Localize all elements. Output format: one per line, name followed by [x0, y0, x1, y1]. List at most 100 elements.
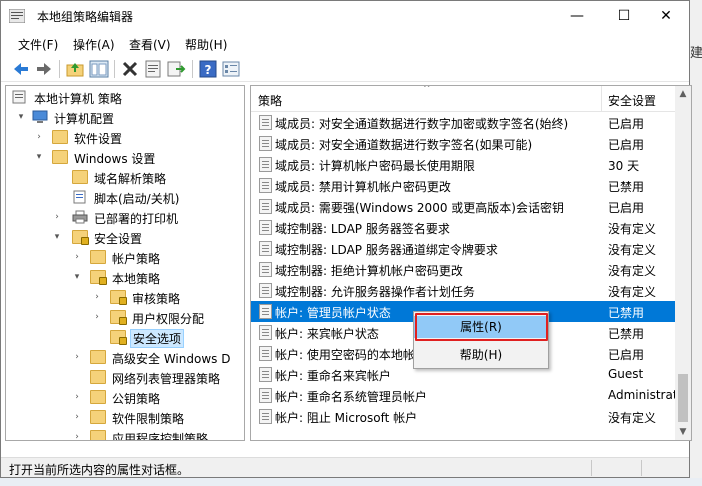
menu-action[interactable]: 操作(A) [73, 36, 115, 53]
column-divider[interactable] [601, 86, 602, 112]
chevron-right-icon[interactable]: › [92, 312, 102, 322]
policy-value: 已禁用 [608, 306, 645, 320]
table-row[interactable]: 帐户: 阻止 Microsoft 帐户 没有定义 [251, 406, 676, 427]
chevron-down-icon[interactable]: ▾ [16, 112, 26, 122]
chevron-right-icon[interactable]: › [72, 252, 82, 262]
table-row[interactable]: 域成员: 对安全通道数据进行数字加密或数字签名(始终) 已启用 [251, 112, 676, 133]
close-button[interactable]: ✕ [643, 1, 689, 31]
policy-name: 域成员: 对安全通道数据进行数字加密或数字签名(始终) [275, 117, 569, 131]
tree-item-label: 用户权限分配 [132, 312, 205, 326]
up-folder-icon[interactable] [65, 59, 85, 79]
tree-item-label: 域名解析策略 [94, 172, 167, 186]
folder-icon [90, 350, 106, 364]
policy-icon [259, 199, 272, 214]
policy-icon [259, 241, 272, 256]
view-icon[interactable] [221, 59, 241, 79]
table-row[interactable]: 域控制器: 拒绝计算机帐户密码更改 没有定义 [251, 259, 676, 280]
properties-icon[interactable] [143, 59, 163, 79]
policy-icon [259, 136, 272, 151]
toolbar-separator [192, 60, 193, 78]
tree-item-label: 已部署的打印机 [94, 212, 179, 226]
menu-view[interactable]: 查看(V) [129, 36, 171, 53]
folder-icon [90, 250, 106, 264]
scroll-thumb[interactable] [678, 374, 688, 422]
policy-value: 30 天 [608, 159, 640, 173]
tree-item-label: 审核策略 [132, 292, 181, 306]
export-icon[interactable] [166, 59, 186, 79]
policy-name: 帐户: 来宾帐户状态 [275, 327, 379, 341]
chevron-right-icon[interactable]: › [34, 132, 44, 142]
chevron-down-icon[interactable]: ▾ [72, 272, 82, 282]
chevron-right-icon[interactable]: › [92, 292, 102, 302]
status-bar: 打开当前所选内容的属性对话框。 [1, 457, 689, 477]
tree-pane[interactable]: 本地计算机 策略 ▾ 计算机配置 › 软件设置 ▾ Windows 设置 域名解… [5, 85, 245, 441]
minimize-button[interactable]: — [554, 1, 600, 31]
policy-icon [259, 367, 272, 382]
policy-value: 已启用 [608, 348, 645, 362]
policy-name: 帐户: 管理员帐户状态 [275, 306, 391, 320]
show-hide-tree-icon[interactable] [89, 59, 109, 79]
policy-icon [259, 346, 272, 361]
policy-name: 域成员: 计算机帐户密码最长使用期限 [275, 159, 475, 173]
tree-item-label: Windows 设置 [74, 152, 156, 166]
scroll-up-icon[interactable]: ▲ [675, 86, 691, 102]
column-header-policy[interactable]: 策略 [258, 92, 282, 109]
policy-value: 已启用 [608, 117, 645, 131]
back-arrow-icon[interactable] [11, 59, 31, 79]
chevron-down-icon[interactable]: ▾ [52, 232, 62, 242]
background-text: 建 [690, 46, 702, 61]
table-row[interactable]: 域控制器: LDAP 服务器签名要求 没有定义 [251, 217, 676, 238]
policy-name: 帐户: 重命名系统管理员帐户 [275, 390, 427, 404]
policy-name: 域成员: 禁用计算机帐户密码更改 [275, 180, 451, 194]
table-row[interactable]: 域成员: 禁用计算机帐户密码更改 已禁用 [251, 175, 676, 196]
forward-arrow-icon[interactable] [34, 59, 54, 79]
tree-item-label: 帐户策略 [112, 252, 161, 266]
policy-icon [259, 262, 272, 277]
tree-item-label: 公钥策略 [112, 392, 161, 406]
tree-item-label: 网络列表管理器策略 [112, 372, 221, 386]
table-row[interactable]: 域成员: 计算机帐户密码最长使用期限 30 天 [251, 154, 676, 175]
tree-item-label: 软件限制策略 [112, 412, 185, 426]
chevron-right-icon[interactable]: › [72, 352, 82, 362]
folder-icon [90, 410, 106, 424]
policy-value: Guest [608, 367, 644, 381]
column-header-setting[interactable]: 安全设置 [608, 92, 656, 109]
table-row[interactable]: 域控制器: LDAP 服务器通道绑定令牌要求 没有定义 [251, 238, 676, 259]
menu-file[interactable]: 文件(F) [18, 36, 58, 53]
policy-icon [259, 325, 272, 340]
gpedit-window: 本地组策略编辑器 — ☐ ✕ 文件(F) 操作(A) 查看(V) 帮助(H) ?… [0, 0, 692, 478]
policy-list-pane[interactable]: ^ 策略 安全设置 域成员: 对安全通道数据进行数字加密或数字签名(始终) 已启用… [250, 85, 692, 441]
menu-help[interactable]: 帮助(H) [185, 36, 227, 53]
list-header: ^ 策略 安全设置 [251, 86, 676, 112]
delete-icon[interactable] [120, 59, 140, 79]
lock-icon [119, 337, 127, 345]
status-divider [591, 460, 592, 476]
chevron-down-icon[interactable]: ▾ [34, 152, 44, 162]
table-row[interactable]: 域成员: 对安全通道数据进行数字签名(如果可能) 已启用 [251, 133, 676, 154]
secure-folder-icon [110, 290, 127, 305]
scroll-down-icon[interactable]: ▼ [675, 424, 691, 440]
chevron-right-icon[interactable]: › [52, 212, 62, 222]
maximize-button[interactable]: ☐ [601, 1, 647, 31]
lock-icon [119, 317, 127, 325]
secure-folder-icon [110, 310, 127, 325]
policy-value: 没有定义 [608, 243, 657, 257]
chevron-right-icon[interactable]: › [72, 432, 82, 440]
help-icon[interactable]: ? [198, 59, 218, 79]
table-row[interactable]: 域成员: 需要强(Windows 2000 或更高版本)会话密钥 已启用 [251, 196, 676, 217]
folder-icon [90, 430, 106, 440]
policy-name: 域成员: 对安全通道数据进行数字签名(如果可能) [275, 138, 533, 152]
context-menu-help[interactable]: 帮助(H) [414, 344, 548, 366]
vertical-scrollbar[interactable]: ▲ ▼ [675, 86, 691, 440]
chevron-right-icon[interactable]: › [72, 412, 82, 422]
tree-item-label: 软件设置 [74, 132, 123, 146]
table-row[interactable]: 帐户: 重命名系统管理员帐户 Administrat [251, 385, 678, 406]
background-taskbar [0, 478, 702, 486]
computer-policy-icon [12, 90, 26, 104]
table-row[interactable]: 域控制器: 允许服务器操作者计划任务 没有定义 [251, 280, 676, 301]
svg-text:?: ? [205, 63, 212, 77]
folder-icon [52, 150, 68, 164]
status-text: 打开当前所选内容的属性对话框。 [9, 463, 190, 477]
toolbar-separator [114, 60, 115, 78]
chevron-right-icon[interactable]: › [72, 392, 82, 402]
